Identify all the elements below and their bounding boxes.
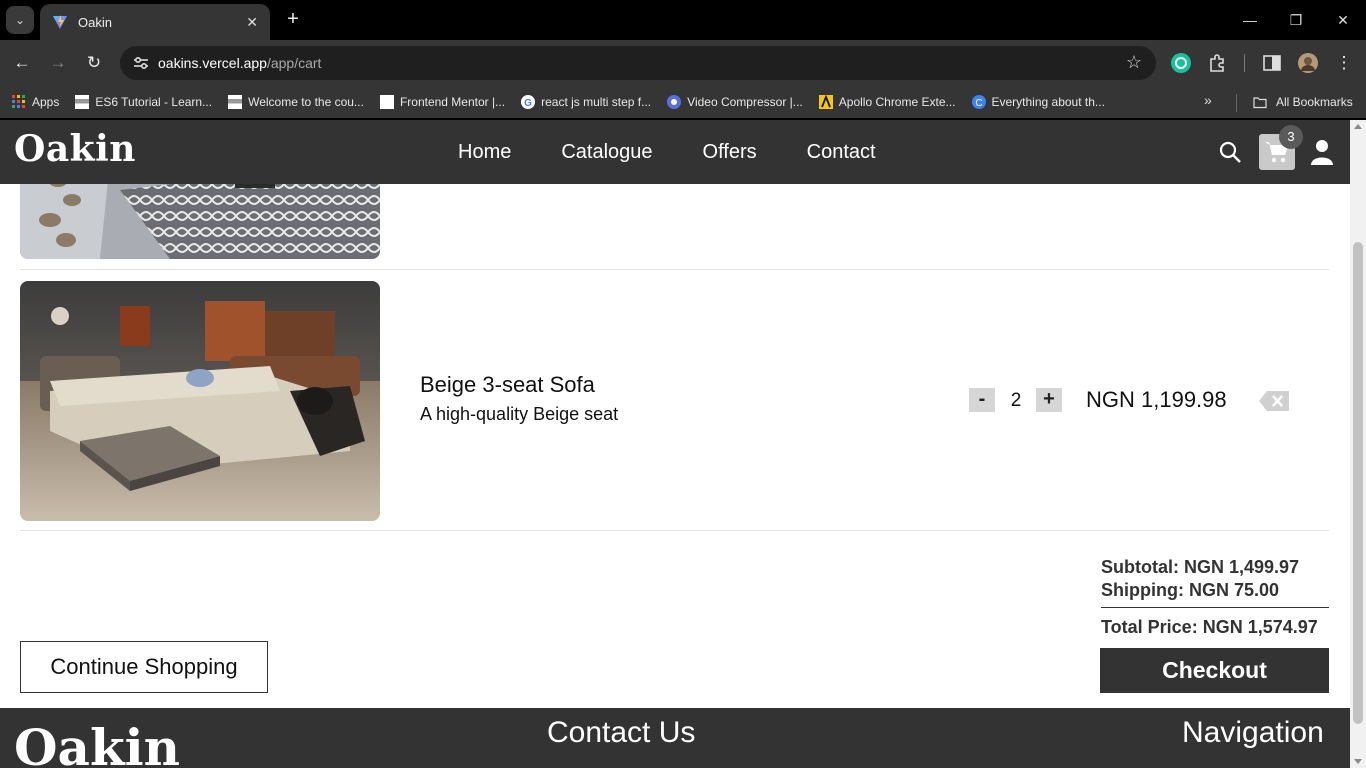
footer-contact-heading: Contact Us	[547, 716, 696, 749]
bookmarks-bar: Apps ES6 Tutorial - Learn... Welcome to …	[0, 86, 1366, 118]
apollo-favicon-icon	[818, 95, 833, 109]
all-bookmarks-label: All Bookmarks	[1276, 95, 1353, 109]
bookmark-label: Apps	[32, 95, 60, 109]
window-close-icon[interactable]: ✕	[1331, 8, 1355, 32]
page-viewport: Beige 3-seat Sofa A high-quality Beige s…	[0, 120, 1350, 768]
restore-icon[interactable]: ❐	[1284, 8, 1308, 32]
summary-rule	[1101, 607, 1329, 608]
stairs-favicon-icon	[75, 95, 90, 109]
main-nav: Home Catalogue Offers Contact	[458, 120, 926, 184]
bookmark-star-icon[interactable]: ☆	[1126, 52, 1142, 73]
search-icon[interactable]	[1218, 140, 1242, 164]
footer-logo[interactable]: Oakin	[14, 718, 180, 768]
vite-favicon-icon	[53, 15, 67, 29]
bookmarks-separator	[1236, 94, 1237, 112]
cart-item-image-sofa	[20, 281, 380, 521]
back-arrow-icon[interactable]: ←	[11, 52, 33, 74]
user-account-icon[interactable]	[1309, 138, 1335, 166]
svg-text:G: G	[524, 98, 532, 109]
increase-quantity-button[interactable]: +	[1036, 388, 1062, 412]
bookmark-es6-tutorial[interactable]: ES6 Tutorial - Learn...	[75, 95, 212, 109]
nav-catalogue[interactable]: Catalogue	[561, 141, 652, 164]
reload-icon[interactable]: ↻	[83, 52, 105, 74]
bookmark-react-multi-step[interactable]: G react js multi step f...	[521, 95, 651, 109]
sofa-photo	[20, 281, 380, 521]
frontend-mentor-favicon-icon	[379, 95, 394, 109]
subtotal-text: Subtotal: NGN 1,499.97	[1101, 557, 1300, 577]
bookmark-label: Welcome to the cou...	[248, 95, 364, 109]
bookmarks-overflow-chevron-icon[interactable]: »	[1204, 92, 1212, 108]
site-logo[interactable]: Oakin	[14, 128, 136, 170]
svg-text:C: C	[975, 98, 982, 109]
cart-item-description: A high-quality Beige seat	[420, 404, 619, 424]
site-settings-icon[interactable]	[132, 54, 150, 72]
browser-menu-icon[interactable]: ⋮	[1333, 52, 1355, 74]
nav-offers[interactable]: Offers	[703, 141, 757, 164]
bookmark-welcome-course[interactable]: Welcome to the cou...	[228, 95, 364, 109]
cart-item-name[interactable]: Beige 3-seat Sofa	[420, 372, 595, 398]
bookmark-video-compressor[interactable]: Video Compressor |...	[667, 95, 803, 109]
bookmark-label: react js multi step f...	[541, 95, 652, 109]
total-price-text: Total Price: NGN 1,574.97	[1101, 617, 1318, 637]
new-tab-plus-icon[interactable]: +	[282, 8, 304, 30]
toolbar-separator	[1244, 54, 1245, 72]
bookmark-label: Apollo Chrome Exte...	[838, 95, 956, 109]
browser-toolbar: ← → ↻ oakins.vercel.app/app/cart ☆ ⋮	[0, 40, 1366, 86]
all-bookmarks-button[interactable]: All Bookmarks	[1252, 86, 1353, 118]
bookmark-frontend-mentor[interactable]: Frontend Mentor |...	[379, 95, 506, 109]
nav-home[interactable]: Home	[458, 141, 511, 164]
folder-icon	[1253, 97, 1267, 109]
tab-close-icon[interactable]: ✕	[246, 14, 258, 31]
bookmark-apollo-extension[interactable]: Apollo Chrome Exte...	[818, 95, 956, 109]
bookmark-label: Frontend Mentor |...	[399, 95, 506, 109]
remove-item-backspace-icon[interactable]	[1258, 390, 1290, 412]
browser-tab-active[interactable]: Oakin ✕	[40, 4, 270, 40]
cart-row-divider	[20, 530, 1329, 531]
cart-count-badge: 3	[1279, 125, 1303, 149]
extensions-puzzle-icon[interactable]	[1207, 52, 1229, 74]
url-host: oakins.vercel.app	[158, 55, 267, 71]
browser-tab-bar: ⌄ Oakin ✕ + — ❐ ✕	[0, 0, 1366, 40]
bookmark-everything-about[interactable]: C Everything about th...	[971, 95, 1105, 109]
site-header: Oakin Home Catalogue Offers Contact 3	[0, 120, 1350, 184]
decrease-quantity-button[interactable]: -	[969, 388, 995, 412]
forward-arrow-icon[interactable]: →	[47, 52, 69, 74]
grammarly-extension-icon[interactable]	[1170, 52, 1192, 74]
order-summary: Subtotal: NGN 1,499.97 Shipping: NGN 75.…	[1101, 556, 1329, 639]
url-path: /app/cart	[266, 55, 322, 71]
bookmark-label: Video Compressor |...	[687, 95, 803, 109]
quantity-value: 2	[1010, 390, 1022, 411]
video-compressor-favicon-icon	[667, 95, 682, 109]
cart-item-price: NGN 1,199.98	[1086, 387, 1227, 412]
site-footer: Oakin Contact Us Navigation	[0, 708, 1350, 768]
bookmark-label: Everything about th...	[991, 95, 1105, 109]
apps-grid-icon	[12, 95, 25, 108]
google-favicon-icon: G	[521, 95, 536, 109]
shipping-text: Shipping: NGN 75.00	[1101, 580, 1280, 600]
nav-contact[interactable]: Contact	[807, 141, 876, 164]
c-favicon-icon: C	[971, 95, 986, 109]
tab-title: Oakin	[78, 14, 112, 30]
address-bar[interactable]: oakins.vercel.app/app/cart ☆	[120, 46, 1156, 80]
footer-navigation-heading: Navigation	[1182, 716, 1324, 749]
profile-avatar-icon[interactable]	[1297, 52, 1319, 74]
minimize-icon[interactable]: —	[1238, 8, 1262, 32]
bookmark-apps[interactable]: Apps	[12, 95, 59, 109]
cart-row-divider	[20, 269, 1329, 270]
bookmark-label: ES6 Tutorial - Learn...	[95, 95, 213, 109]
stairs-favicon-icon	[228, 95, 243, 109]
tab-search-chevron-icon[interactable]: ⌄	[6, 6, 34, 34]
scroll-down-arrow-icon[interactable]	[1354, 759, 1362, 764]
scrollbar-thumb[interactable]	[1353, 242, 1363, 724]
checkout-button[interactable]: Checkout	[1100, 648, 1329, 693]
scroll-up-arrow-icon[interactable]	[1354, 124, 1362, 129]
side-panel-icon[interactable]	[1261, 52, 1283, 74]
page-scrollbar[interactable]	[1350, 120, 1366, 768]
continue-shopping-button[interactable]: Continue Shopping	[20, 641, 268, 693]
